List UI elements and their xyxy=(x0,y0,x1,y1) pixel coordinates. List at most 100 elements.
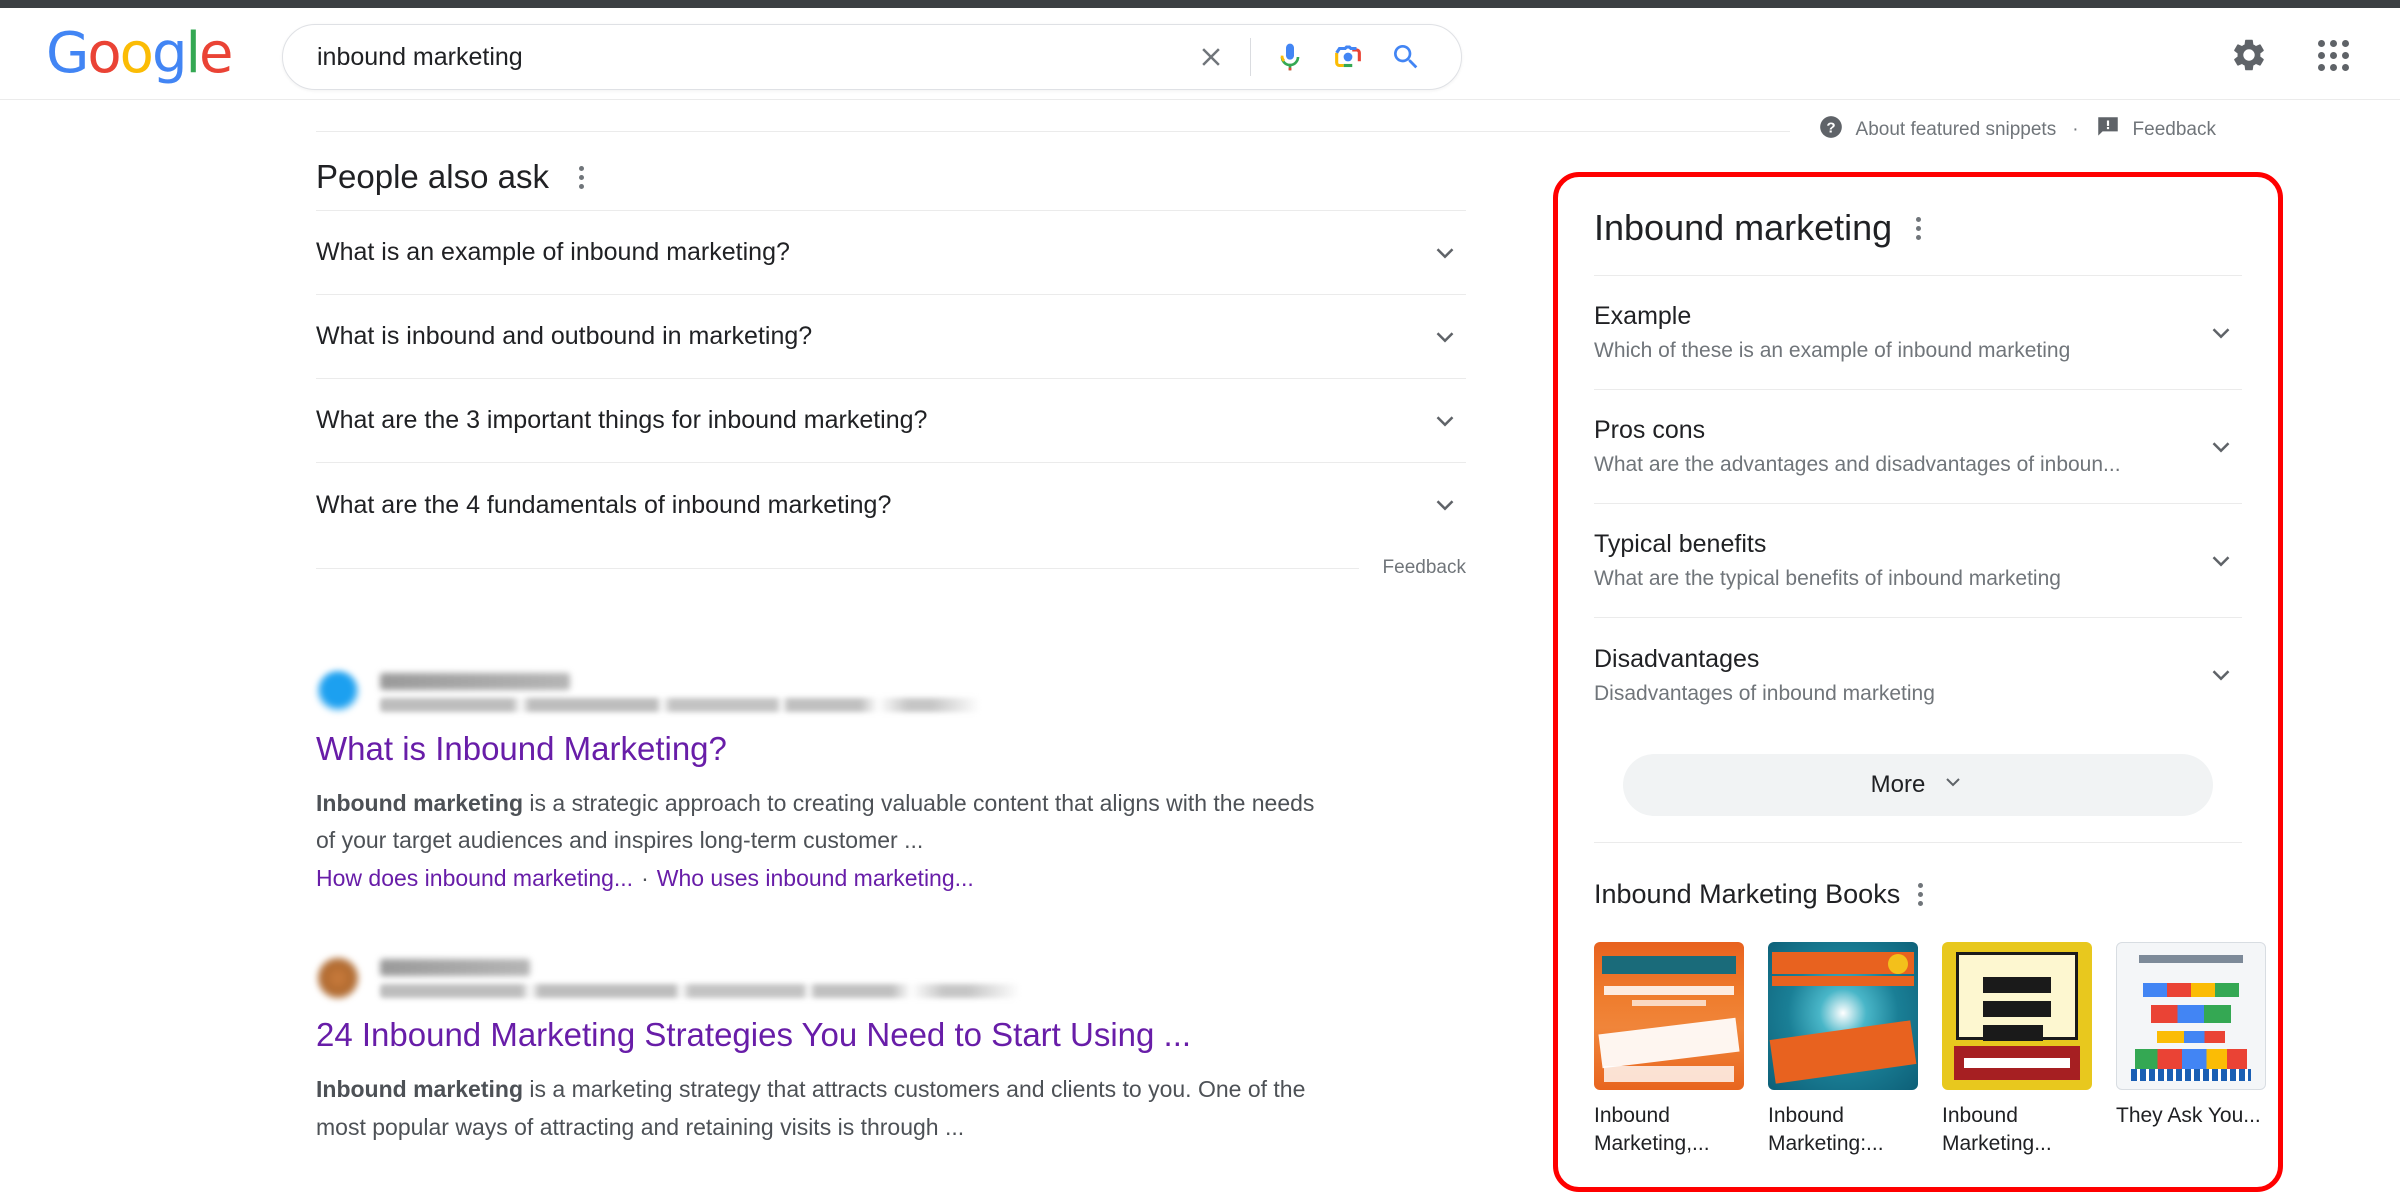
result-snippet: Inbound marketing is a marketing strateg… xyxy=(316,1071,1316,1146)
people-also-ask-module: People also ask What is an example of in… xyxy=(316,158,1466,579)
book-title: Inbound Marketing... xyxy=(1942,1104,2052,1155)
result-snippet-bold: Inbound marketing xyxy=(316,1076,523,1103)
books-header: Inbound Marketing Books xyxy=(1594,877,2242,912)
search-input[interactable] xyxy=(283,42,1182,72)
search-divider xyxy=(1250,38,1251,76)
book-card-4[interactable]: They Ask You... xyxy=(2116,942,2266,1157)
about-featured-snippets-link[interactable]: ? About featured snippets xyxy=(1818,114,2057,146)
favicon-icon xyxy=(316,670,360,714)
feedback-link[interactable]: Feedback xyxy=(2095,114,2216,146)
accordion-label: Disadvantages xyxy=(1594,644,1760,673)
result-snippet: Inbound marketing is a strategic approac… xyxy=(316,785,1316,860)
page-title: People also ask xyxy=(316,158,549,195)
books-carousel: Inbound Marketing,... Inbound Marketing:… xyxy=(1594,942,2266,1157)
result-snippet-bold: Inbound marketing xyxy=(316,789,523,816)
gear-icon[interactable] xyxy=(2224,30,2274,80)
chevron-down-icon xyxy=(1941,770,1965,801)
sitelink-separator: · xyxy=(641,865,649,892)
organic-results-list: What is Inbound Marketing? Inbound marke… xyxy=(316,670,1466,1200)
sitelink-2[interactable]: Who uses inbound marketing... xyxy=(657,865,974,891)
chevron-down-icon[interactable] xyxy=(1428,404,1462,438)
favicon-icon xyxy=(316,956,360,1001)
accordion-item-example[interactable]: Example Which of these is an example of … xyxy=(1594,276,2242,390)
svg-text:?: ? xyxy=(1826,119,1835,136)
book-cover-image xyxy=(2116,942,2266,1090)
book-title: Inbound Marketing,... xyxy=(1594,1104,1710,1155)
result-source[interactable] xyxy=(316,670,1466,714)
result-url xyxy=(380,983,1020,998)
paa-question-3[interactable]: What are the 3 important things for inbo… xyxy=(316,379,1466,463)
paa-question-4[interactable]: What are the 4 fundamentals of inbound m… xyxy=(316,463,1466,547)
knowledge-panel-highlight-box: Inbound marketing Example Which of these… xyxy=(1553,172,2283,1192)
result-site-name xyxy=(380,672,570,690)
paa-question-label: What are the 4 fundamentals of inbound m… xyxy=(316,490,892,519)
more-button[interactable]: More xyxy=(1623,754,2213,816)
accordion-label: Example xyxy=(1594,302,1692,330)
chevron-down-icon[interactable] xyxy=(2204,316,2238,350)
result-source[interactable] xyxy=(316,956,1466,1001)
paa-question-label: What are the 3 important things for inbo… xyxy=(316,406,928,434)
help-icon: ? xyxy=(1818,114,1844,146)
divider xyxy=(316,567,1359,569)
paa-question-label: What is inbound and outbound in marketin… xyxy=(316,322,813,350)
book-card-2[interactable]: Inbound Marketing:... xyxy=(1768,942,1918,1157)
feedback-label: Feedback xyxy=(2132,119,2216,140)
accordion-subtitle: What are the advantages and disadvantage… xyxy=(1594,453,2121,476)
paa-question-label: What is an example of inbound marketing? xyxy=(316,238,790,266)
microphone-icon[interactable] xyxy=(1261,28,1319,86)
apps-grid-icon[interactable] xyxy=(2308,30,2358,80)
chevron-down-icon[interactable] xyxy=(2204,430,2238,464)
chevron-down-icon[interactable] xyxy=(2204,658,2238,692)
accordion-subtitle: Which of these is an example of inbound … xyxy=(1594,339,2071,362)
google-search-results-page: Google inbound marketing ? About feature… xyxy=(0,0,2400,1200)
book-card-3[interactable]: Inbound Marketing... xyxy=(1942,942,2092,1157)
paa-question-1[interactable]: What is an example of inbound marketing? xyxy=(316,211,1466,295)
google-lens-camera-icon[interactable] xyxy=(1319,28,1377,86)
about-featured-snippets-label: About featured snippets xyxy=(1855,119,2057,140)
people-also-ask-header: People also ask xyxy=(316,158,1466,210)
chevron-down-icon[interactable] xyxy=(1428,236,1462,270)
books-menu-icon[interactable] xyxy=(1910,877,1931,912)
search-result-1: What is Inbound Marketing? Inbound marke… xyxy=(316,670,1466,892)
books-section-title: Inbound Marketing Books xyxy=(1594,879,1901,909)
accordion-item-disadvantages[interactable]: Disadvantages Disadvantages of inbound m… xyxy=(1594,618,2242,732)
result-url xyxy=(380,697,980,712)
result-sitelinks: How does inbound marketing... · Who uses i… xyxy=(316,865,1466,892)
sitelink-1[interactable]: How does inbound marketing... xyxy=(316,865,633,891)
book-card-1[interactable]: Inbound Marketing,... xyxy=(1594,942,1744,1157)
footer-separator: · xyxy=(2072,119,2079,140)
search-submit-icon[interactable] xyxy=(1377,28,1435,86)
result-source-lines xyxy=(380,958,1020,998)
people-also-ask-list: What is an example of inbound marketing?… xyxy=(316,210,1466,547)
search-result-2: 24 Inbound Marketing Strategies You Need… xyxy=(316,956,1466,1145)
paa-question-2[interactable]: What is inbound and outbound in marketin… xyxy=(316,295,1466,379)
accordion-subtitle: Disadvantages of inbound marketing xyxy=(1594,681,1935,705)
knowledge-panel-menu-icon[interactable] xyxy=(1908,211,1929,246)
knowledge-panel-header: Inbound marketing xyxy=(1594,207,2242,249)
books-module: Inbound Marketing Books Inbound Marketin… xyxy=(1594,842,2266,1157)
more-button-row: More xyxy=(1594,732,2242,842)
more-button-label: More xyxy=(1870,771,1926,798)
result-title-link[interactable]: 24 Inbound Marketing Strategies You Need… xyxy=(316,1014,1466,1057)
chevron-down-icon[interactable] xyxy=(1428,320,1462,354)
browser-chrome-strip xyxy=(0,0,2400,8)
search-header: Google xyxy=(0,8,2400,100)
people-also-ask-menu-icon[interactable] xyxy=(571,160,592,195)
accordion-label: Typical benefits xyxy=(1594,530,1767,558)
book-title: Inbound Marketing:... xyxy=(1768,1104,1884,1155)
header-actions xyxy=(2224,30,2358,80)
book-title: They Ask You... xyxy=(2116,1104,2261,1127)
result-title-link[interactable]: What is Inbound Marketing? xyxy=(316,728,1466,771)
search-content: ? About featured snippets · Feedback Peo… xyxy=(0,100,2400,1200)
accordion-item-typical-benefits[interactable]: Typical benefits What are the typical be… xyxy=(1594,504,2242,618)
accordion-label: Pros cons xyxy=(1594,416,1706,444)
clear-icon[interactable] xyxy=(1182,28,1240,86)
paa-feedback-link[interactable]: Feedback xyxy=(1383,557,1466,579)
accordion-item-pros-cons[interactable]: Pros cons What are the advantages and di… xyxy=(1594,390,2242,504)
divider xyxy=(316,130,1790,132)
chevron-down-icon[interactable] xyxy=(1428,488,1462,522)
result-site-name xyxy=(380,958,530,976)
google-logo[interactable]: Google xyxy=(46,25,234,82)
chevron-down-icon[interactable] xyxy=(2204,544,2238,578)
search-bar[interactable] xyxy=(282,24,1462,90)
